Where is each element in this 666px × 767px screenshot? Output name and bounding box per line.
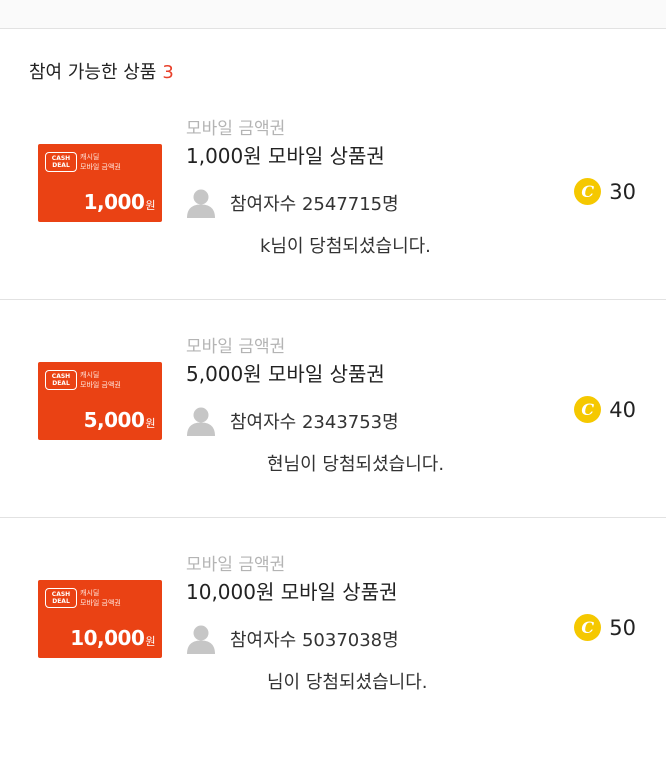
coin-cost: C 40 [574, 396, 636, 423]
card-subtitle: 캐시딜 모바일 금액권 [80, 589, 121, 607]
top-divider [0, 0, 666, 29]
participant-count: 참여자수 2343753명 [186, 406, 399, 436]
winner-text: k님이 당첨되셨습니다. [260, 236, 431, 257]
gift-card-image: CASH DEAL 캐시딜 모바일 금액권 10,000원 [38, 580, 162, 658]
section-header: 참여 가능한 상품 3 [29, 58, 174, 84]
coin-cost-value: 50 [609, 615, 636, 640]
coin-icon: C [574, 178, 602, 205]
coin-icon: C [574, 396, 602, 423]
card-amount: 1,000원 [83, 190, 156, 214]
cashdeal-logo: CASH DEAL [45, 152, 77, 172]
product-category: 모바일 금액권 [186, 337, 286, 357]
cashdeal-logo: CASH DEAL [45, 588, 77, 608]
product-item[interactable]: CASH DEAL 캐시딜 모바일 금액권 10,000원 모바일 금액권 10… [0, 518, 666, 736]
product-category: 모바일 금액권 [186, 119, 286, 139]
product-list: CASH DEAL 캐시딜 모바일 금액권 1,000원 모바일 금액권 1,0… [0, 82, 666, 736]
winner-text: 님이 당첨되셨습니다. [267, 672, 428, 693]
card-subtitle: 캐시딜 모바일 금액권 [80, 371, 121, 389]
participant-count: 참여자수 2547715명 [186, 188, 399, 218]
user-icon [187, 407, 215, 436]
cashdeal-logo: CASH DEAL [45, 370, 77, 390]
product-title: 10,000원 모바일 상품권 [186, 580, 398, 604]
product-item[interactable]: CASH DEAL 캐시딜 모바일 금액권 1,000원 모바일 금액권 1,0… [0, 82, 666, 300]
participant-count: 참여자수 5037038명 [186, 624, 399, 654]
user-icon [187, 189, 215, 218]
coin-cost: C 30 [574, 178, 636, 205]
coin-icon: C [574, 614, 602, 641]
product-item[interactable]: CASH DEAL 캐시딜 모바일 금액권 5,000원 모바일 금액권 5,0… [0, 300, 666, 518]
gift-card-image: CASH DEAL 캐시딜 모바일 금액권 5,000원 [38, 362, 162, 440]
card-amount: 10,000원 [70, 626, 155, 650]
section-title: 참여 가능한 상품 [29, 62, 157, 83]
item-count: 3 [162, 62, 174, 83]
gift-card-image: CASH DEAL 캐시딜 모바일 금액권 1,000원 [38, 144, 162, 222]
coin-cost-value: 40 [609, 397, 636, 422]
product-title: 5,000원 모바일 상품권 [186, 362, 385, 386]
user-icon [187, 625, 215, 654]
product-category: 모바일 금액권 [186, 555, 286, 575]
coin-cost-value: 30 [609, 179, 636, 204]
product-title: 1,000원 모바일 상품권 [186, 144, 385, 168]
card-amount: 5,000원 [83, 408, 156, 432]
coin-cost: C 50 [574, 614, 636, 641]
card-subtitle: 캐시딜 모바일 금액권 [80, 153, 121, 171]
winner-text: 현님이 당첨되셨습니다. [267, 454, 445, 475]
